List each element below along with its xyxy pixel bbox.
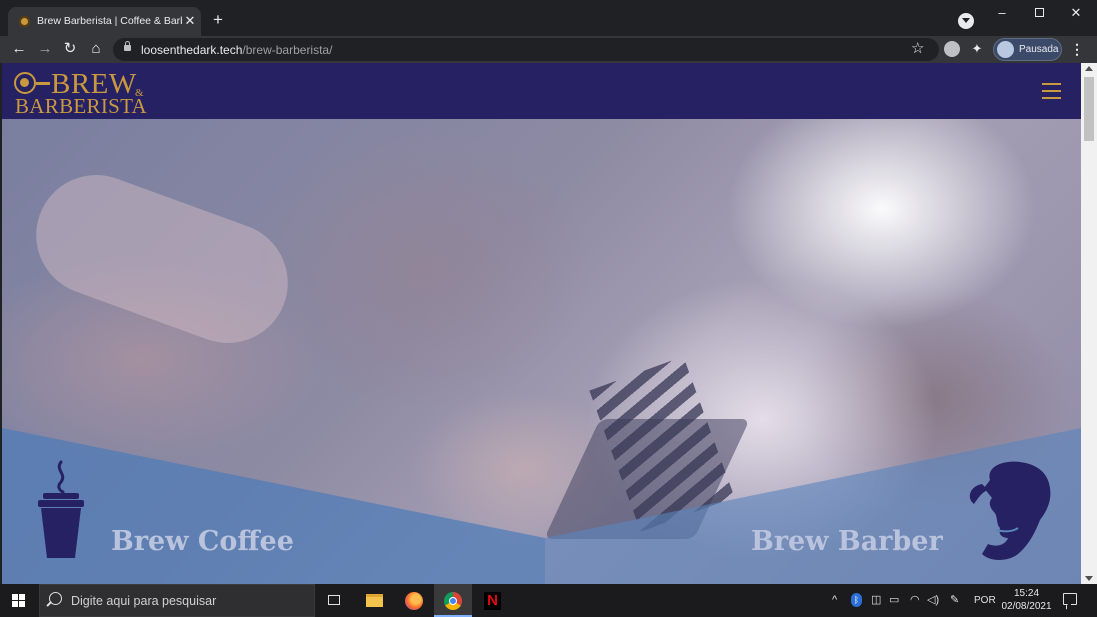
taskbar-search-box[interactable]: Digite aqui para pesquisar (39, 584, 315, 617)
windows-taskbar: Digite aqui para pesquisar N ^ ᛒ ◫ ▭ ◠ ◁… (0, 584, 1097, 617)
brew-barberista-favicon-icon (19, 16, 30, 27)
hamburger-line (1042, 97, 1061, 99)
windows-logo-icon (12, 594, 18, 600)
pen-icon[interactable]: ✎ (950, 593, 959, 607)
windows-logo-icon (19, 594, 25, 600)
search-icon (49, 592, 62, 605)
browser-titlebar: Brew Barberista | Coffee & Barber ✕ + – … (0, 0, 1097, 36)
page-viewport: Brew Coffee Brew Barber BREW & BARBERIST… (2, 63, 1081, 584)
browser-tab[interactable]: Brew Barberista | Coffee & Barber ✕ (8, 7, 201, 36)
new-tab-button[interactable]: + (209, 11, 227, 29)
coffee-cup-icon[interactable] (35, 460, 87, 560)
avatar (997, 41, 1014, 58)
chrome-logo-icon (444, 592, 462, 610)
scroll-down-arrow-icon[interactable] (1085, 576, 1093, 581)
extension-compass-icon[interactable] (944, 41, 960, 57)
profile-status-label: Pausada (1019, 44, 1059, 55)
forward-button[interactable]: → (34, 38, 56, 60)
minimize-button[interactable]: – (984, 2, 1020, 24)
home-button[interactable]: ⌂ (85, 38, 107, 60)
netflix-logo-icon: N (484, 592, 501, 610)
bookmark-star-icon[interactable]: ☆ (911, 39, 924, 59)
camera-icon[interactable]: ◫ (871, 593, 881, 607)
back-button[interactable]: ← (8, 38, 30, 60)
scrollbar-thumb[interactable] (1084, 77, 1094, 141)
media-control-icon[interactable] (958, 13, 974, 29)
windows-logo-icon (19, 601, 25, 607)
task-view-glyph (328, 595, 340, 605)
scroll-up-arrow-icon[interactable] (1085, 66, 1093, 71)
logo-emblem-icon (14, 72, 36, 94)
taskbar-search-placeholder: Digite aqui para pesquisar (71, 594, 217, 608)
logo-barberista-text: BARBERISTA (15, 94, 148, 118)
chrome-icon[interactable] (434, 584, 472, 617)
url-domain: loosenthedark.tech (141, 43, 243, 57)
clock-time: 15:24 (1013, 588, 1040, 599)
site-header: BREW & BARBERISTA (2, 63, 1081, 119)
brew-coffee-title[interactable]: Brew Coffee (111, 526, 294, 557)
reload-button[interactable]: ↻ (59, 38, 81, 60)
battery-icon[interactable]: ▭ (889, 593, 899, 607)
hamburger-line (1042, 90, 1061, 92)
brew-barberista-logo[interactable]: BREW & BARBERISTA (14, 69, 149, 118)
file-explorer-icon[interactable] (355, 584, 393, 617)
firefox-icon[interactable] (395, 584, 433, 617)
notification-icon[interactable] (1063, 593, 1077, 605)
maximize-icon (1034, 8, 1044, 17)
wifi-icon[interactable]: ◠ (910, 593, 920, 607)
clock-date: 02/08/2021 (1001, 601, 1052, 612)
browser-menu-icon[interactable]: ⋮ (1070, 40, 1084, 58)
hamburger-menu-icon[interactable] (1042, 83, 1061, 99)
windows-logo-icon (12, 601, 18, 607)
clock[interactable]: 15:24 02/08/2021 (1000, 587, 1053, 613)
address-bar[interactable]: loosenthedark.tech/brew-barberista/ ☆ (113, 38, 939, 61)
url-path: /brew-barberista/ (242, 43, 333, 57)
volume-icon[interactable]: ◁) (927, 593, 939, 607)
close-window-button[interactable]: ✕ (1058, 2, 1094, 24)
profile-button[interactable]: Pausada (993, 38, 1062, 61)
close-tab-icon[interactable]: ✕ (183, 13, 197, 29)
barber-head-icon[interactable] (960, 458, 1056, 564)
maximize-button[interactable] (1021, 2, 1057, 24)
brew-barber-title[interactable]: Brew Barber (751, 526, 943, 557)
bottom-panels (2, 428, 1081, 584)
task-view-icon[interactable] (316, 584, 354, 617)
extensions-puzzle-icon[interactable]: ✦ (969, 41, 985, 57)
lock-icon[interactable] (124, 41, 131, 51)
tray-chevron-up-icon[interactable]: ^ (832, 593, 837, 607)
url-text[interactable]: loosenthedark.tech/brew-barberista/ (141, 43, 332, 57)
folder-icon (366, 594, 383, 607)
netflix-icon[interactable]: N (473, 584, 511, 617)
language-indicator[interactable]: POR (974, 594, 996, 608)
page-scrollbar[interactable] (1081, 63, 1097, 584)
hamburger-line (1042, 83, 1061, 85)
browser-toolbar: ← → ↻ ⌂ loosenthedark.tech/brew-barberis… (0, 36, 1097, 63)
tab-title: Brew Barberista | Coffee & Barber (37, 15, 182, 27)
logo-bar (36, 82, 50, 85)
firefox-logo-icon (405, 592, 423, 610)
bluetooth-icon[interactable]: ᛒ (851, 593, 862, 607)
windows-start-button[interactable] (0, 584, 38, 617)
